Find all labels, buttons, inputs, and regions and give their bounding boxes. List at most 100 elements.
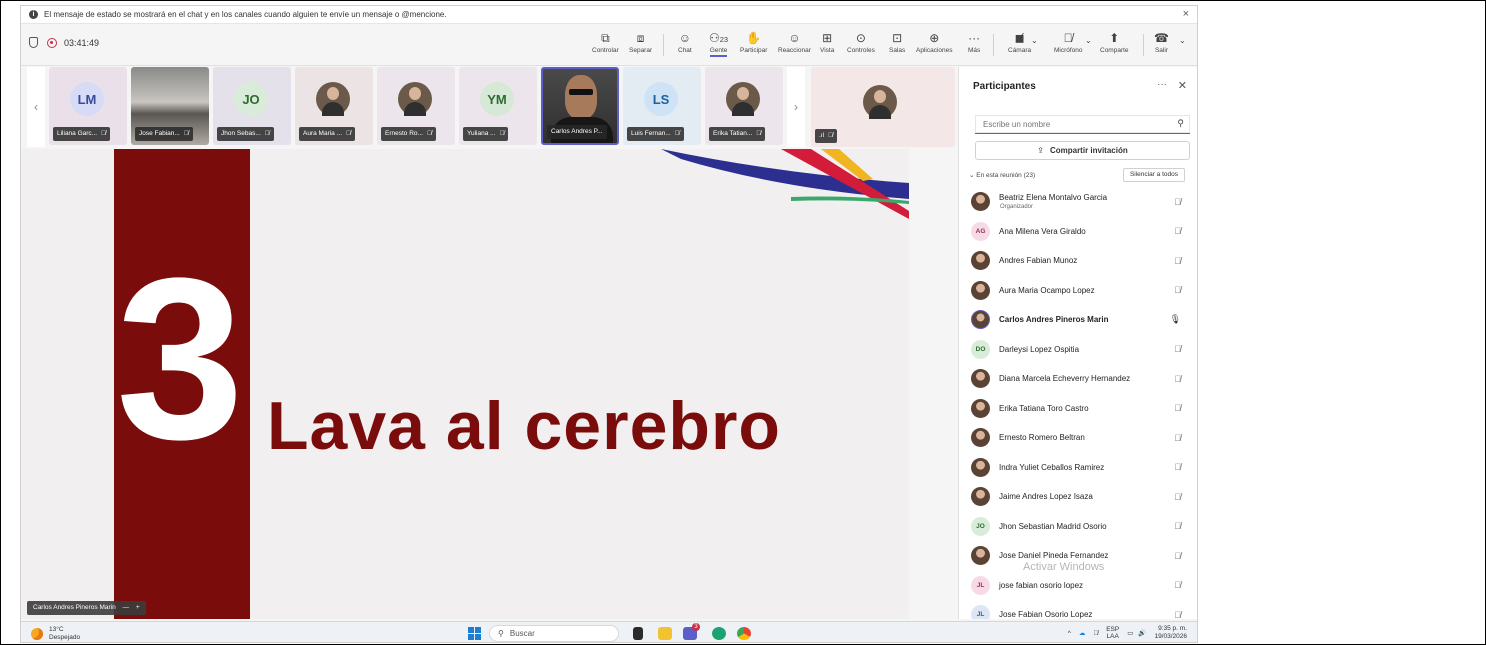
mic-off-icon[interactable]: 🎙̸ [1174, 433, 1181, 443]
avatar [398, 82, 432, 116]
mic-off-icon[interactable]: 🎙̸ [1174, 403, 1181, 413]
participant-row[interactable]: Indra Yuliet Ceballos Ramirez 🎙̸ [959, 453, 1197, 483]
gente-button[interactable]: ⚇23 Gente [709, 29, 728, 57]
leave-options-chevron[interactable]: ⌄ [1179, 36, 1186, 45]
participant-row[interactable]: JL jose fabian osorio lopez 🎙̸ [959, 571, 1197, 601]
salas-button[interactable]: ⊡ Salas [889, 29, 905, 54]
participant-row[interactable]: Erika Tatiana Toro Castro 🎙̸ [959, 394, 1197, 424]
chevron-right-icon: › [794, 100, 798, 114]
chat-button[interactable]: ☺ Chat [678, 29, 692, 54]
aplicaciones-button[interactable]: ⊕ Aplicaciones [916, 29, 953, 54]
reaccionar-button[interactable]: ☺ Reaccionar [778, 29, 811, 54]
mic-off-icon[interactable]: 🎙̸ [1174, 462, 1181, 472]
microfono-button[interactable]: 🎙̸ Micrófono [1054, 29, 1083, 54]
search-icon: ⚲ [498, 629, 504, 638]
minimize-icon[interactable]: — [123, 604, 130, 611]
participant-row[interactable]: Andres Fabian Munoz 🎙̸ [959, 246, 1197, 276]
mic-off-icon[interactable]: 🎙̸ [1174, 374, 1181, 384]
participant-row[interactable]: AG Ana Milena Vera Giraldo 🎙̸ [959, 217, 1197, 247]
strip-prev-button[interactable]: ‹ [27, 67, 45, 147]
participant-tile[interactable]: Ernesto Ro... 🎙̸ [377, 67, 455, 145]
teams-meeting-window: i El mensaje de estado se mostrará en el… [20, 5, 1198, 643]
clock[interactable]: 9:35 p. m. 19/03/2026 [1154, 625, 1187, 641]
participant-row[interactable]: Carlos Andres Pineros Marin 🎙 [959, 305, 1197, 335]
mic-off-icon[interactable]: 🎙̸ [1174, 344, 1181, 354]
shared-presentation: 3 Lava al cerebro [21, 149, 909, 619]
search-input[interactable] [983, 119, 1163, 129]
participant-row[interactable]: DO Darleysi Lopez Ospitia 🎙̸ [959, 335, 1197, 365]
vista-button[interactable]: ⊞ Vista [820, 29, 834, 54]
participant-row[interactable]: Diana Marcela Echeverry Hernandez 🎙̸ [959, 364, 1197, 394]
edge-icon[interactable] [712, 627, 726, 640]
participant-row[interactable]: JL Jose Fabian Osorio Lopez 🎙̸ [959, 600, 1197, 619]
comparte-button[interactable]: ⬆ Comparte [1100, 29, 1129, 54]
participant-tile[interactable]: Jose Fabian... 🎙̸ [131, 67, 209, 145]
strip-next-button[interactable]: › [787, 67, 805, 147]
mic-options-chevron[interactable]: ⌄ [1085, 36, 1092, 45]
mic-off-icon[interactable]: 🎙̸ [1174, 285, 1181, 295]
volume-icon[interactable]: 🔊 [1138, 629, 1146, 637]
weather-widget[interactable]: 13°C Despejado [31, 626, 80, 642]
participant-tile-large[interactable]: .ıl 🎙̸ [811, 67, 955, 147]
participant-tile[interactable]: Aura Maria ... 🎙̸ [295, 67, 373, 145]
separar-button[interactable]: ⧈ Separar [629, 29, 652, 54]
mic-off-icon: 🎙̸ [756, 130, 762, 137]
participant-row[interactable]: Aura Maria Ocampo Lopez 🎙̸ [959, 276, 1197, 306]
teams-icon[interactable]: 3 [683, 623, 700, 640]
add-icon[interactable]: + [136, 604, 140, 611]
task-view-icon[interactable] [633, 627, 643, 640]
start-button[interactable] [468, 627, 481, 640]
participant-row[interactable]: JO Jhon Sebastian Madrid Osorio 🎙̸ [959, 512, 1197, 542]
share-invite-button[interactable]: ⇪ Compartir invitación [975, 141, 1190, 160]
participant-name: Darleysi Lopez Ospitia [999, 344, 1080, 354]
mic-off-icon[interactable]: 🎙̸ [1174, 610, 1181, 619]
participant-tile[interactable]: LS Luis Fernan... 🎙̸ [623, 67, 701, 145]
raise-hand-icon: ✋ [746, 31, 762, 45]
close-notification-icon[interactable]: × [1183, 8, 1189, 20]
participant-search[interactable]: ⚲ [975, 115, 1190, 134]
participant-row[interactable]: Ernesto Romero Beltran 🎙̸ [959, 423, 1197, 453]
participant-row[interactable]: Jaime Andres Lopez Isaza 🎙̸ [959, 482, 1197, 512]
camara-button[interactable]: ◼̸ Cámara [1008, 29, 1031, 54]
controlar-button[interactable]: ⧉ Controlar [592, 29, 619, 54]
chevron-down-icon: ⌄ [1179, 36, 1186, 45]
mic-off-icon[interactable]: 🎙̸ [1174, 256, 1181, 266]
section-header[interactable]: ⌄ En esta reunión (23) [969, 171, 1035, 179]
participant-tile[interactable]: YM Yuliana ... 🎙̸ [459, 67, 537, 145]
salir-button[interactable]: ☎ Salir [1154, 29, 1169, 54]
mic-off-icon[interactable]: 🎙̸ [1174, 492, 1181, 502]
network-icon[interactable]: ▭ [1127, 629, 1133, 637]
participant-row[interactable]: Beatriz Elena Montalvo Garcia Organizador… [959, 187, 1197, 217]
participant-tile[interactable]: LM Liliana Garc... 🎙̸ [49, 67, 127, 145]
avatar: YM [480, 82, 514, 116]
mic-off-icon[interactable]: 🎙̸ [1174, 551, 1181, 561]
controles-button[interactable]: ⊙ Controles [847, 29, 875, 54]
chevron-up-icon[interactable]: ^ [1068, 630, 1071, 637]
participant-tile-active-speaker[interactable]: Carlos Andres P... [541, 67, 619, 145]
mute-all-button[interactable]: Silenciar a todos [1122, 168, 1185, 182]
mic-off-icon[interactable]: 🎙̸ [1174, 580, 1181, 590]
participant-tile[interactable]: JO Jhon Sebas... 🎙̸ [213, 67, 291, 145]
camera-options-chevron[interactable]: ⌄ [1031, 36, 1038, 45]
participar-button[interactable]: ✋ Participar [740, 29, 767, 54]
file-explorer-icon[interactable] [658, 627, 672, 640]
participant-tile[interactable]: Erika Tatian... 🎙̸ [705, 67, 783, 145]
tile-name: Erika Tatian... [713, 130, 753, 137]
mic-on-icon[interactable]: 🎙 [1170, 314, 1181, 325]
more-options-icon[interactable]: ··· [1157, 79, 1167, 90]
chrome-icon[interactable] [737, 627, 751, 640]
mas-button[interactable]: ··· Más [968, 29, 980, 54]
mic-off-icon[interactable]: 🎙̸ [1174, 521, 1181, 531]
mic-off-icon: 🎙̸ [101, 130, 106, 137]
mic-off-icon[interactable]: 🎙̸ [1093, 630, 1098, 637]
language-indicator[interactable]: ESP LAA [1106, 626, 1119, 640]
mic-off-icon: 🎙̸ [183, 130, 189, 137]
close-icon[interactable]: ✕ [1178, 79, 1187, 92]
avatar [971, 369, 990, 389]
mic-off-icon[interactable]: 🎙̸ [1174, 197, 1181, 207]
toolbar-divider [1143, 34, 1144, 56]
mic-off-icon[interactable]: 🎙̸ [1174, 226, 1181, 236]
taskbar-search[interactable]: ⚲ Buscar [489, 625, 619, 642]
onedrive-icon[interactable]: ☁ [1079, 629, 1086, 637]
speaker-label: Carlos Andres Pineros Marin — + [27, 601, 146, 615]
